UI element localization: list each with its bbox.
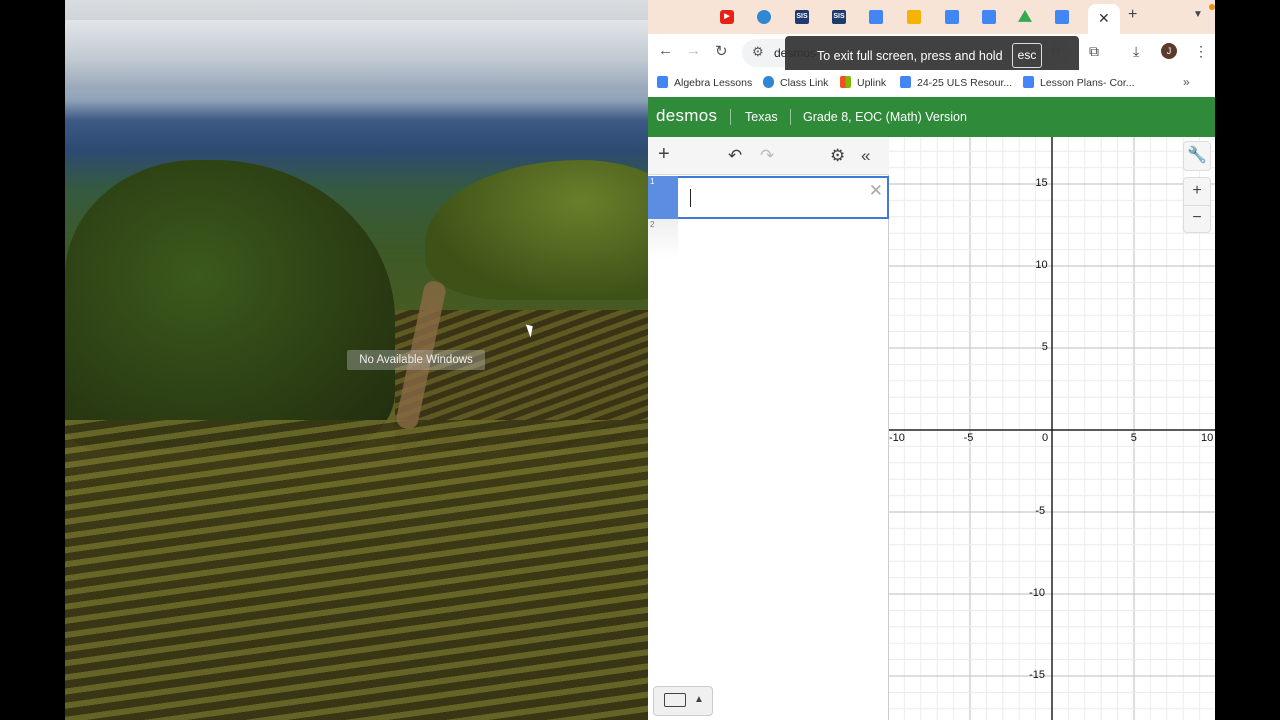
tab-docs-icon[interactable] (869, 10, 883, 24)
wallpaper-clouds (65, 20, 648, 90)
expression-input[interactable]: ✕ (678, 176, 889, 219)
docs-icon (657, 76, 668, 88)
bookmark-uplink[interactable]: Uplink (840, 76, 886, 89)
settings-gear-icon[interactable]: ⚙ (830, 146, 845, 166)
avatar[interactable]: J (1161, 43, 1177, 59)
docs-icon (900, 76, 911, 88)
graph-grid (889, 137, 1215, 720)
wallpaper-vineyard (65, 420, 648, 720)
tab-docs-icon[interactable] (945, 10, 959, 24)
esc-key-label: esc (1012, 43, 1042, 68)
bookmark-label: Class Link (780, 77, 829, 89)
bookmark-label: 24-25 ULS Resour... (917, 77, 1013, 89)
no-available-windows-label: No Available Windows (347, 350, 485, 370)
back-icon[interactable]: ← (658, 42, 673, 59)
bookmarks-bar: Algebra Lessons Class Link Uplink 24-25 … (648, 70, 1215, 97)
y-tick-label: 10 (1035, 259, 1048, 271)
region-label: Texas (745, 110, 778, 124)
expression-row[interactable]: 2 (648, 219, 889, 259)
tab-docs-icon[interactable] (1055, 10, 1069, 24)
bookmark-class-link[interactable]: Class Link (763, 76, 828, 89)
zoom-in-icon[interactable]: + (1184, 178, 1210, 206)
graph-settings-wrench-icon[interactable]: 🔧 (1183, 141, 1211, 171)
bookmark-label: Lesson Plans- Cor... (1040, 77, 1135, 89)
bookmark-algebra-lessons[interactable]: Algebra Lessons (657, 76, 752, 89)
bookmark-label: Algebra Lessons (674, 77, 753, 89)
tab-docs-icon[interactable] (982, 10, 996, 24)
zoom-out-icon[interactable]: − (1184, 206, 1210, 232)
x-tick-label: -10 (889, 432, 905, 444)
download-icon[interactable]: ⤓ (1133, 43, 1139, 60)
graph-paper[interactable]: -10 -5 0 5 10 15 10 5 -5 -10 -15 🔧 + − (889, 137, 1215, 720)
expression-index: 1 (648, 176, 678, 219)
y-tick-label: -15 (1029, 669, 1045, 681)
desmos-header: desmos Texas Grade 8, EOC (Math) Version (648, 97, 1215, 137)
more-bookmarks-icon[interactable]: » (1183, 75, 1190, 89)
x-tick-label: 5 (1130, 432, 1137, 444)
microsoft-icon (840, 76, 851, 88)
expression-index-number: 1 (650, 177, 655, 186)
bookmark-label: Uplink (857, 77, 887, 89)
header-divider (730, 109, 731, 125)
x-tick-label: -5 (963, 432, 974, 444)
y-tick-label: 15 (1035, 177, 1048, 189)
text-caret (690, 189, 691, 207)
new-tab-icon[interactable]: + (1128, 6, 1137, 24)
collapse-list-icon[interactable]: « (861, 146, 870, 166)
y-tick-label: -5 (1035, 505, 1046, 517)
menu-icon[interactable]: ⋮ (1194, 43, 1208, 60)
site-settings-icon[interactable]: ⚙ (752, 44, 764, 60)
tab-drive-icon[interactable] (1018, 10, 1032, 22)
forward-icon[interactable]: → (686, 42, 701, 59)
tab-strip: ▶ SIS SIS ✕ + ▼ (648, 0, 1215, 34)
reload-icon[interactable]: ↻ (715, 42, 728, 60)
y-tick-label: -10 (1029, 587, 1045, 599)
active-tab[interactable]: ✕ (1088, 4, 1120, 34)
tab-sis-icon[interactable]: SIS (832, 10, 846, 24)
expression-row[interactable]: 1 ✕ (648, 176, 889, 219)
docs-icon (1023, 76, 1034, 88)
notification-dot (1209, 4, 1215, 10)
header-divider (790, 109, 791, 125)
expression-list: + ↶ ↷ ⚙ « 1 ✕ 2 ▲ (648, 137, 889, 720)
classlink-icon (763, 76, 774, 88)
version-label: Grade 8, EOC (Math) Version (803, 110, 967, 124)
expression-toolbar: + ↶ ↷ ⚙ « (648, 137, 889, 175)
y-tick-label: 5 (1041, 341, 1048, 353)
desmos-logo[interactable]: desmos (656, 106, 717, 126)
wallpaper-forest (65, 160, 395, 450)
tab-sis-icon[interactable]: SIS (795, 10, 809, 24)
caret-up-icon: ▲ (694, 694, 704, 705)
zoom-controls: + − (1183, 177, 1211, 233)
tab-classlink-icon[interactable] (757, 10, 771, 24)
tab-search-chevron-icon[interactable]: ▼ (1193, 9, 1203, 20)
desktop-wallpaper: No Available Windows (65, 0, 648, 720)
tab-slides-icon[interactable] (907, 10, 921, 24)
redo-icon[interactable]: ↷ (760, 146, 774, 166)
fullscreen-tooltip-text: To exit full screen, press and hold (817, 49, 1003, 63)
delete-expression-icon[interactable]: ✕ (869, 181, 883, 201)
x-tick-label: 10 (1201, 432, 1214, 444)
bookmark-lesson-plans[interactable]: Lesson Plans- Cor... (1023, 76, 1135, 89)
expression-index: 2 (648, 219, 678, 259)
x-tick-label: 0 (1042, 432, 1049, 444)
extensions-icon[interactable]: ⧉ (1089, 43, 1099, 60)
keyboard-icon (664, 693, 686, 707)
keyboard-toggle-button[interactable]: ▲ (653, 686, 713, 716)
expression-index-number: 2 (650, 220, 655, 229)
screen: No Available Windows ▶ SIS SIS ✕ + ▼ ← →… (0, 0, 1280, 720)
wallpaper-forest-right (425, 160, 648, 300)
bookmark-uls-resources[interactable]: 24-25 ULS Resour... (900, 76, 1012, 89)
tab-youtube-icon[interactable]: ▶ (720, 10, 734, 24)
close-tab-icon[interactable]: ✕ (1098, 10, 1110, 27)
add-item-icon[interactable]: + (658, 143, 670, 166)
undo-icon[interactable]: ↶ (728, 146, 742, 166)
browser-window: ▶ SIS SIS ✕ + ▼ ← → ↻ ⚙ desmos ☆ ⧉ ⤓ (648, 0, 1215, 720)
